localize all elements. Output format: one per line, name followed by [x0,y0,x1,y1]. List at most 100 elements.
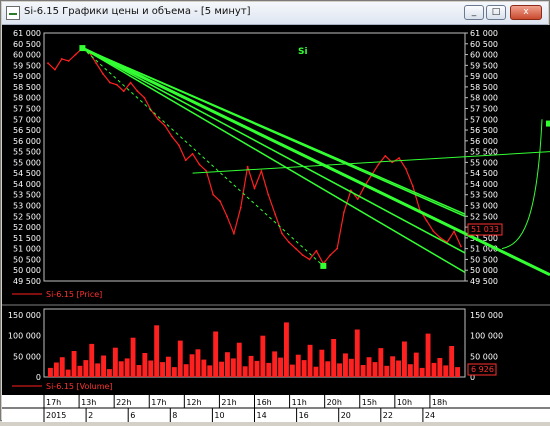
volume-bar [425,333,431,377]
date-label: 16 [299,411,309,420]
volume-bar [171,367,177,377]
volume-bar [449,346,455,377]
price-point [391,161,394,164]
price-tick-label: 53 500 [13,191,41,200]
trendline[interactable] [82,47,466,254]
price-point [205,170,208,172]
date-label: 22 [383,411,393,420]
volume-bar [207,365,213,377]
title-bar[interactable]: Si-6.15 Графики цены и объема - [5 минут… [2,2,548,25]
price-tick-label: 60 500 [13,40,41,49]
price-tick-label: 59 000 [470,72,498,81]
projection-marker[interactable] [546,120,550,127]
volume-tick-label: 150 000 [8,311,41,320]
price-point [232,232,235,235]
price-tick-label: 50 500 [470,255,498,264]
volume-bar [65,369,71,377]
hour-label: 12h [186,398,201,407]
hour-label: 13h [81,398,96,407]
price-point [122,90,125,93]
volume-bar [230,358,236,377]
price-point [253,187,256,190]
current-price-value: 51 033 [471,225,499,234]
volume-bar [431,362,437,377]
price-tick-label: 57 000 [13,115,41,124]
price-point [329,254,332,257]
volume-bar [154,325,160,377]
maximize-button[interactable]: □ [486,5,506,20]
price-tick-label: 58 000 [470,94,498,103]
price-tick-label: 61 000 [470,29,498,38]
price-point [308,258,311,261]
price-point [67,60,70,62]
volume-bar [419,367,425,377]
time-axis-svg: 17h 13h 22h 17h 12h 21h 16h 11h 20h 15h 10h 18h 201… [2,395,550,422]
date-label: 2 [88,411,93,420]
price-point [288,241,290,244]
minimize-button[interactable]: _ [464,5,484,20]
volume-bar [112,347,118,377]
price-point [95,62,98,65]
hour-labels-row: 17h 13h 22h 17h 12h 21h 16h 11h 20h 15h 10h 18h [43,395,447,408]
price-point [356,198,359,200]
volume-bar [384,365,390,377]
price-tick-label: 58 500 [470,83,498,92]
volume-tick-label: 150 000 [470,311,503,320]
price-tick-label: 53 500 [470,191,498,200]
chart-canvas[interactable]: 61 000 60 500 60 000 59 500 59 000 58 500 58 0… [2,25,550,421]
volume-bar [295,354,301,377]
volume-bar [337,363,342,377]
price-tick-label: 54 000 [470,180,498,189]
low-marker[interactable] [320,262,327,269]
hour-label: 16h [257,398,272,407]
price-point [432,230,435,233]
hour-label: 15h [362,398,377,407]
price-tick-label: 56 500 [470,126,498,135]
volume-bar [48,367,53,377]
volume-bar [284,322,289,377]
price-point [384,155,387,157]
price-tick-label: 59 500 [470,61,498,70]
volume-bar [319,349,325,377]
price-point [198,163,201,166]
date-label: 14 [257,411,267,420]
price-point [260,170,263,172]
price-line [47,47,462,265]
volume-bar [142,353,148,377]
volume-bar [378,348,384,377]
price-point [129,81,132,84]
high-marker[interactable] [79,45,86,52]
volume-bar [124,358,130,377]
trendline[interactable] [82,47,466,215]
volume-tick-label: 50 000 [470,352,498,361]
volume-bar [402,341,407,377]
price-tick-label: 51 000 [13,245,41,254]
volume-bar [83,360,89,377]
volume-bar [189,354,195,377]
volume-bar [148,360,154,377]
volume-tick-label: 50 000 [13,352,41,361]
volume-bar [390,356,396,377]
price-point [336,247,338,250]
volume-bar [254,360,260,377]
projection-curve [501,119,543,250]
price-point [115,83,118,86]
volume-bar [118,361,124,377]
volume-bar [242,366,248,377]
price-point [184,159,187,162]
volume-bar [59,357,65,377]
price-tick-label: 60 000 [13,51,41,60]
volume-bar [360,365,366,377]
volume-bar [160,362,165,377]
price-point [294,247,297,250]
date-label: 24 [425,411,435,420]
price-tick-label: 56 000 [470,137,498,146]
price-tick-label: 50 500 [13,255,41,264]
price-series-label: Si-6.15 [Price] [46,290,102,299]
volume-bar [413,352,419,377]
time-axis: 17h 13h 22h 17h 12h 21h 16h 11h 20h 15h 10h 18h 201… [2,395,550,422]
volume-bar [289,364,295,377]
close-button[interactable]: x [510,5,542,20]
price-volume-chart[interactable]: 61 000 60 500 60 000 59 500 59 000 58 500 58 0… [2,25,550,421]
price-tick-label: 49 500 [13,277,41,286]
